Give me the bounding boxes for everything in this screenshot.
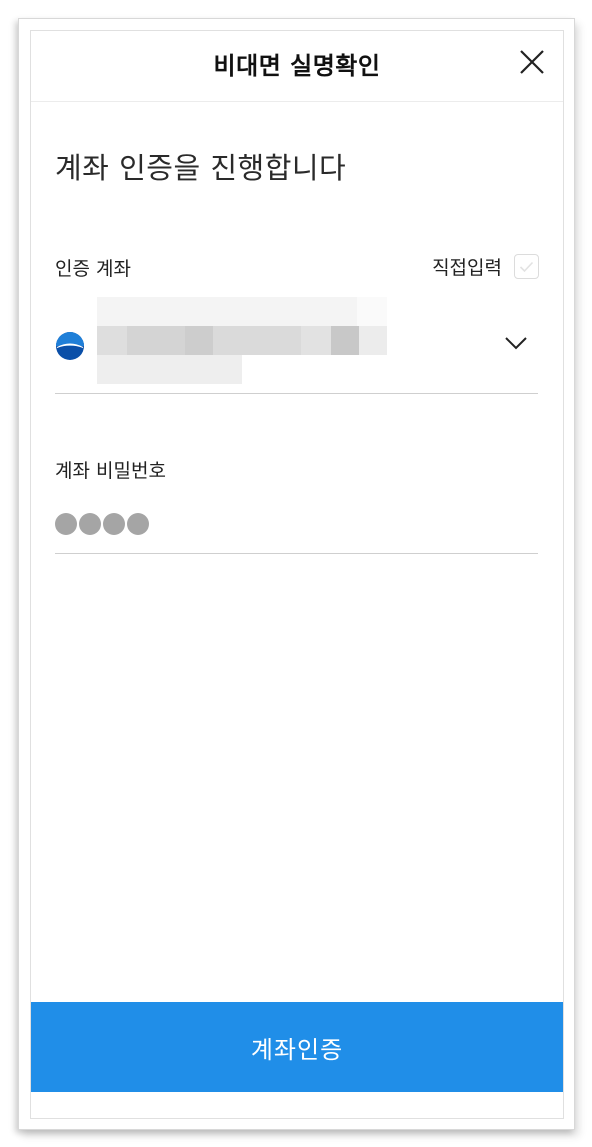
bank-logo-icon xyxy=(56,332,84,360)
direct-input-label: 직접입력 xyxy=(432,257,502,279)
password-input[interactable] xyxy=(55,501,538,554)
masked-account-info xyxy=(97,297,397,387)
password-mask xyxy=(55,513,149,535)
chevron-down-icon xyxy=(505,337,527,350)
password-dot xyxy=(103,513,125,535)
verification-screen: 비대면 실명확인 계좌 인증을 진행합니다 인증 계좌 직접입력 계좌 비밀번호… xyxy=(30,30,564,1119)
header: 비대면 실명확인 xyxy=(31,31,563,102)
checkmark-icon xyxy=(519,261,534,272)
password-dot xyxy=(55,513,77,535)
account-label: 인증 계좌 xyxy=(55,258,131,280)
direct-input-checkbox[interactable] xyxy=(514,254,539,279)
password-dot xyxy=(79,513,101,535)
close-button[interactable] xyxy=(517,47,547,77)
page-title: 비대면 실명확인 xyxy=(213,52,381,80)
password-label: 계좌 비밀번호 xyxy=(55,460,166,482)
close-icon xyxy=(520,50,544,74)
account-select[interactable] xyxy=(55,297,538,394)
direct-input-toggle[interactable]: 직접입력 xyxy=(432,253,539,280)
verify-account-button[interactable]: 계좌인증 xyxy=(31,1002,563,1092)
password-dot xyxy=(127,513,149,535)
section-heading: 계좌 인증을 진행합니다 xyxy=(55,151,347,185)
